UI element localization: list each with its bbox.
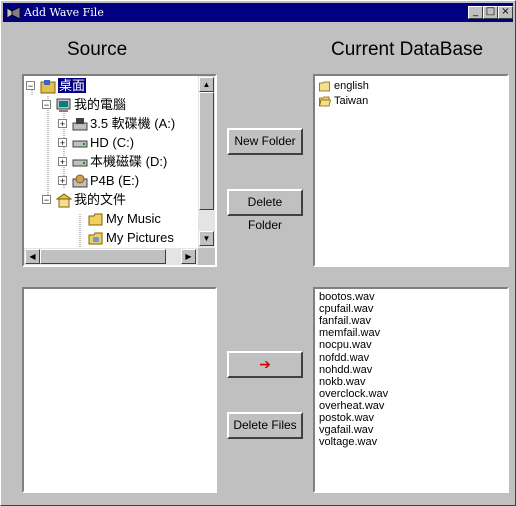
maximize-icon: □ bbox=[485, 6, 496, 17]
tree-item-label: My Music bbox=[106, 211, 161, 226]
cd-drive-icon bbox=[72, 174, 88, 188]
delete-folder-button[interactable]: Delete Folder bbox=[227, 189, 303, 232]
database-folder-list[interactable]: english Taiwan bbox=[313, 74, 509, 267]
arrow-right-icon: ➔ bbox=[259, 356, 271, 372]
tree-item[interactable]: 3.5 軟碟機 (A:) bbox=[72, 114, 175, 133]
tree-item-label: P4B (E:) bbox=[90, 173, 140, 188]
hscroll-thumb[interactable] bbox=[40, 249, 166, 264]
desktop-icon bbox=[40, 80, 56, 94]
collapse-icon[interactable]: − bbox=[26, 81, 35, 91]
folder-item-label: english bbox=[334, 80, 369, 92]
my-computer-icon bbox=[56, 98, 71, 113]
maximize-button[interactable]: □ bbox=[483, 6, 498, 19]
add-wave-file-window: Add Wave File _ □ × Source Current DataB… bbox=[0, 0, 516, 506]
tree-item[interactable]: P4B (E:) bbox=[72, 171, 139, 190]
folder-open-icon bbox=[318, 96, 332, 106]
collapse-icon[interactable]: − bbox=[42, 100, 51, 110]
collapse-icon[interactable]: − bbox=[42, 195, 51, 205]
file-item[interactable]: vgafail.wav bbox=[319, 424, 373, 436]
folder-item-label: Taiwan bbox=[334, 95, 369, 107]
database-heading: Current DataBase bbox=[331, 39, 484, 60]
floppy-drive-icon bbox=[72, 118, 88, 131]
my-documents-icon bbox=[55, 193, 73, 208]
file-item[interactable]: memfail.wav bbox=[319, 327, 380, 339]
tree-item[interactable]: My Music bbox=[88, 209, 161, 228]
title-bar[interactable]: Add Wave File _ □ × bbox=[3, 3, 513, 22]
source-file-list[interactable] bbox=[22, 287, 217, 493]
scroll-right-button[interactable]: ▶ bbox=[181, 249, 196, 264]
hard-drive-icon bbox=[72, 159, 88, 167]
source-tree-view[interactable]: − 桌面 − 我的電腦 +3.5 軟碟機 (A:) + HD (C:) + 本機磁碟 (D:) +… bbox=[22, 74, 217, 267]
tree-item[interactable]: My Pictures bbox=[88, 228, 174, 247]
expand-icon[interactable]: + bbox=[58, 119, 67, 129]
tree-item[interactable]: 桌面 bbox=[40, 76, 87, 95]
tree-vscrollbar[interactable]: ▲ ▼ bbox=[198, 76, 215, 248]
file-item[interactable]: nohdd.wav bbox=[319, 364, 372, 376]
tree-item[interactable]: 本機磁碟 (D:) bbox=[72, 152, 167, 171]
file-item[interactable]: overheat.wav bbox=[319, 400, 384, 412]
hard-drive-icon bbox=[72, 140, 88, 148]
speaker-icon bbox=[6, 6, 21, 20]
pictures-folder-icon bbox=[88, 232, 103, 245]
tree-item-label: 3.5 軟碟機 (A:) bbox=[90, 116, 176, 131]
scroll-thumb[interactable] bbox=[199, 92, 214, 210]
expand-icon[interactable]: + bbox=[58, 157, 67, 167]
folder-item[interactable]: Taiwan bbox=[318, 94, 369, 108]
tree-item-label: 我的電腦 bbox=[74, 97, 127, 112]
tree-item[interactable]: HD (C:) bbox=[72, 133, 134, 152]
scroll-corner bbox=[198, 248, 215, 265]
file-item[interactable]: nocpu.wav bbox=[319, 339, 372, 351]
file-item[interactable]: cpufail.wav bbox=[319, 303, 373, 315]
tree-hscrollbar[interactable]: ◀ ▶ bbox=[24, 248, 198, 265]
file-item[interactable]: voltage.wav bbox=[319, 436, 377, 448]
close-button[interactable]: × bbox=[498, 6, 513, 19]
delete-files-button[interactable]: Delete Files bbox=[227, 412, 303, 439]
scroll-up-button[interactable]: ▲ bbox=[199, 77, 214, 92]
file-item[interactable]: bootos.wav bbox=[319, 291, 375, 303]
tree-item-label: 桌面 bbox=[58, 78, 87, 93]
database-file-list[interactable]: bootos.wav cpufail.wav fanfail.wav memfail.… bbox=[313, 287, 509, 493]
folder-closed-icon bbox=[319, 81, 330, 91]
close-icon: × bbox=[501, 6, 510, 17]
tree-item[interactable]: 我的電腦 bbox=[56, 95, 126, 114]
transfer-button[interactable]: ➔ bbox=[227, 351, 303, 378]
tree-item-label: 我的文件 bbox=[74, 192, 127, 207]
file-item[interactable]: overclock.wav bbox=[319, 388, 388, 400]
scroll-down-button[interactable]: ▼ bbox=[199, 231, 214, 246]
expand-icon[interactable]: + bbox=[58, 176, 67, 186]
window-title: Add Wave File bbox=[24, 6, 104, 19]
file-item[interactable]: fanfail.wav bbox=[319, 315, 371, 327]
minimize-icon: _ bbox=[473, 6, 478, 17]
scroll-left-button[interactable]: ◀ bbox=[25, 249, 40, 264]
file-item[interactable]: nofdd.wav bbox=[319, 352, 369, 364]
file-item[interactable]: postok.wav bbox=[319, 412, 374, 424]
folder-icon bbox=[88, 213, 103, 226]
expand-icon[interactable]: + bbox=[58, 138, 67, 148]
file-item[interactable]: nokb.wav bbox=[319, 376, 365, 388]
tree-item-label: HD (C:) bbox=[90, 135, 135, 150]
source-heading: Source bbox=[67, 39, 128, 60]
minimize-button[interactable]: _ bbox=[468, 6, 483, 19]
tree-item-label: 本機磁碟 (D:) bbox=[90, 154, 168, 169]
new-folder-button[interactable]: New Folder bbox=[227, 128, 303, 155]
folder-item[interactable]: english bbox=[319, 79, 369, 93]
tree-item[interactable]: 我的文件 bbox=[55, 190, 127, 209]
tree-item-label: My Pictures bbox=[106, 230, 174, 245]
